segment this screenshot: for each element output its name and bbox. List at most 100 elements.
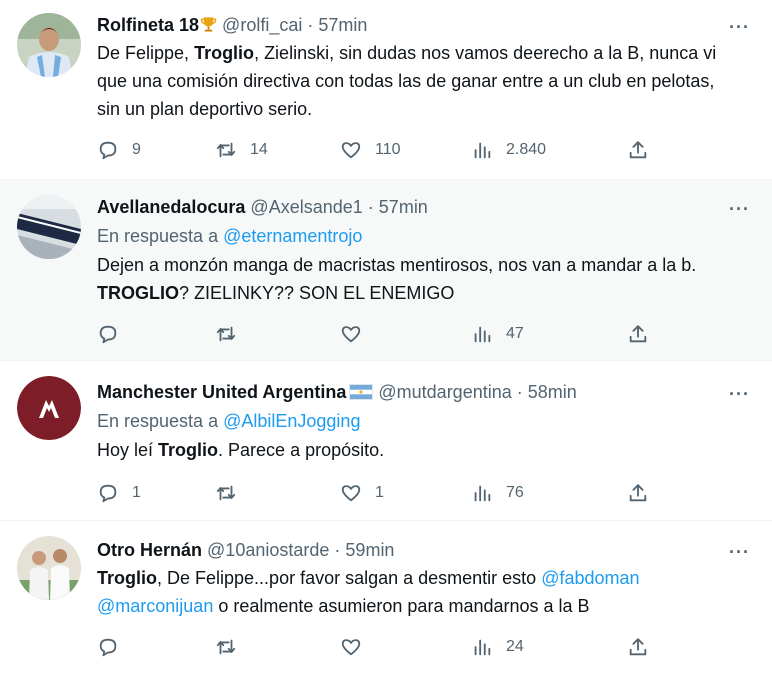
text-segment: Dejen a monzón manga de macristas mentir… xyxy=(97,255,697,275)
replying-to-label: En respuesta a xyxy=(97,226,224,246)
reply-button[interactable] xyxy=(97,634,132,660)
tweet[interactable]: Otro Hernán @10aniostarde · 59min ··· Tr… xyxy=(0,521,772,675)
tweet[interactable]: Manchester United Argentina @mutdargenti… xyxy=(0,361,772,521)
retweet-icon xyxy=(216,326,236,342)
tweet[interactable]: Rolfineta 18 @rolfi_cai · 57min ··· De F… xyxy=(0,0,772,180)
separator-dot: · xyxy=(334,540,341,560)
separator-dot: · xyxy=(367,197,374,217)
avatar[interactable] xyxy=(17,13,81,77)
tweet-text: Hoy leí Troglio. Parece a propósito. xyxy=(97,436,742,464)
heart-icon xyxy=(341,142,361,159)
mention-link[interactable]: @eternamentrojo xyxy=(223,226,362,246)
highlighted-name: Troglio xyxy=(158,440,219,460)
share-button[interactable] xyxy=(627,634,649,660)
author-name[interactable]: Rolfineta 18 xyxy=(97,15,199,35)
highlighted-name: Troglio xyxy=(97,568,157,588)
share-button[interactable] xyxy=(627,321,649,347)
reply-button[interactable]: 1 xyxy=(97,480,141,506)
view-count: 24 xyxy=(506,638,524,655)
replying-to: En respuesta a @AlbilEnJogging xyxy=(97,409,360,433)
views-button[interactable]: 47 xyxy=(471,321,524,347)
views-button[interactable]: 2.840 xyxy=(471,137,546,163)
share-icon xyxy=(629,141,647,159)
tweet-text: De Felippe, Troglio, Zielinski, sin duda… xyxy=(97,39,742,123)
mention-link[interactable]: @fabdoman xyxy=(541,568,639,588)
timestamp[interactable]: 59min xyxy=(345,540,394,560)
heart-icon xyxy=(341,639,361,656)
share-icon xyxy=(629,325,647,343)
share-button[interactable] xyxy=(627,137,649,163)
retweet-button[interactable] xyxy=(215,321,250,347)
like-count: 110 xyxy=(375,141,401,158)
tweet[interactable]: Avellanedalocura @Axelsande1 · 57min ···… xyxy=(0,180,772,361)
more-options-icon[interactable]: ··· xyxy=(729,542,750,562)
view-count: 47 xyxy=(506,325,524,342)
reply-icon xyxy=(99,638,117,657)
more-options-icon[interactable]: ··· xyxy=(729,199,750,219)
reply-button[interactable] xyxy=(97,321,132,347)
timestamp[interactable]: 58min xyxy=(528,382,577,402)
retweet-button[interactable]: 14 xyxy=(215,137,268,163)
like-button[interactable] xyxy=(340,321,375,347)
avatar[interactable] xyxy=(17,376,81,440)
author-name[interactable]: Manchester United Argentina xyxy=(97,382,346,402)
text-segment: Hoy leí xyxy=(97,440,159,460)
tweet-text: Dejen a monzón manga de macristas mentir… xyxy=(97,251,742,307)
mention-link[interactable]: @AlbilEnJogging xyxy=(223,411,360,431)
text-segment: o realmente asumieron para mandarnos a l… xyxy=(213,596,590,616)
avatar[interactable] xyxy=(17,536,81,600)
highlighted-name: Troglio xyxy=(194,43,255,63)
author-handle[interactable]: @Axelsande1 xyxy=(250,197,362,217)
like-button[interactable]: 110 xyxy=(340,137,401,163)
replying-to-label: En respuesta a xyxy=(97,411,224,431)
reply-count: 1 xyxy=(132,484,141,501)
analytics-icon xyxy=(474,326,491,343)
like-count: 1 xyxy=(375,484,384,501)
more-options-icon[interactable]: ··· xyxy=(729,384,750,404)
retweet-icon xyxy=(216,142,236,158)
view-count: 2.840 xyxy=(506,141,547,158)
mention-link[interactable]: @marconijuan xyxy=(97,596,213,616)
retweet-icon xyxy=(216,485,236,501)
timestamp[interactable]: 57min xyxy=(318,15,367,35)
share-button[interactable] xyxy=(627,480,649,506)
like-button[interactable]: 1 xyxy=(340,480,384,506)
trophy-icon xyxy=(200,17,217,32)
analytics-icon xyxy=(474,142,491,159)
like-button[interactable] xyxy=(340,634,375,660)
view-count: 76 xyxy=(506,484,524,501)
reply-button[interactable]: 9 xyxy=(97,137,141,163)
replying-to: En respuesta a @eternamentrojo xyxy=(97,224,362,248)
author-handle[interactable]: @10aniostarde xyxy=(207,540,329,560)
text-segment: De Felippe, xyxy=(97,43,195,63)
avatar[interactable] xyxy=(17,195,81,259)
author-name[interactable]: Avellanedalocura xyxy=(97,197,245,217)
text-segment: , De Felippe...por favor salgan a desmen… xyxy=(157,568,542,588)
timestamp[interactable]: 57min xyxy=(379,197,428,217)
share-icon xyxy=(629,638,647,656)
text-segment: . Parece a propósito. xyxy=(218,440,385,460)
highlighted-name: TROGLIO xyxy=(97,283,179,303)
text-segment: ? ZIELINKY?? SON EL ENEMIGO xyxy=(179,283,455,303)
separator-dot: · xyxy=(307,15,314,35)
heart-icon xyxy=(341,326,361,343)
separator-dot: · xyxy=(516,382,523,402)
argentina-flag-icon xyxy=(349,384,374,400)
author-name[interactable]: Otro Hernán xyxy=(97,540,202,560)
more-options-icon[interactable]: ··· xyxy=(729,17,750,37)
retweet-button[interactable] xyxy=(215,480,250,506)
retweet-count: 14 xyxy=(250,141,268,158)
author-handle[interactable]: @mutdargentina xyxy=(378,382,511,402)
retweet-icon xyxy=(216,639,236,655)
reply-icon xyxy=(99,484,117,503)
share-icon xyxy=(629,484,647,502)
views-button[interactable]: 24 xyxy=(471,634,524,660)
retweet-button[interactable] xyxy=(215,634,250,660)
reply-icon xyxy=(99,325,117,344)
views-button[interactable]: 76 xyxy=(471,480,524,506)
reply-icon xyxy=(99,141,117,160)
author-handle[interactable]: @rolfi_cai xyxy=(222,15,302,35)
analytics-icon xyxy=(474,485,491,502)
heart-icon xyxy=(341,485,361,502)
analytics-icon xyxy=(474,639,491,656)
